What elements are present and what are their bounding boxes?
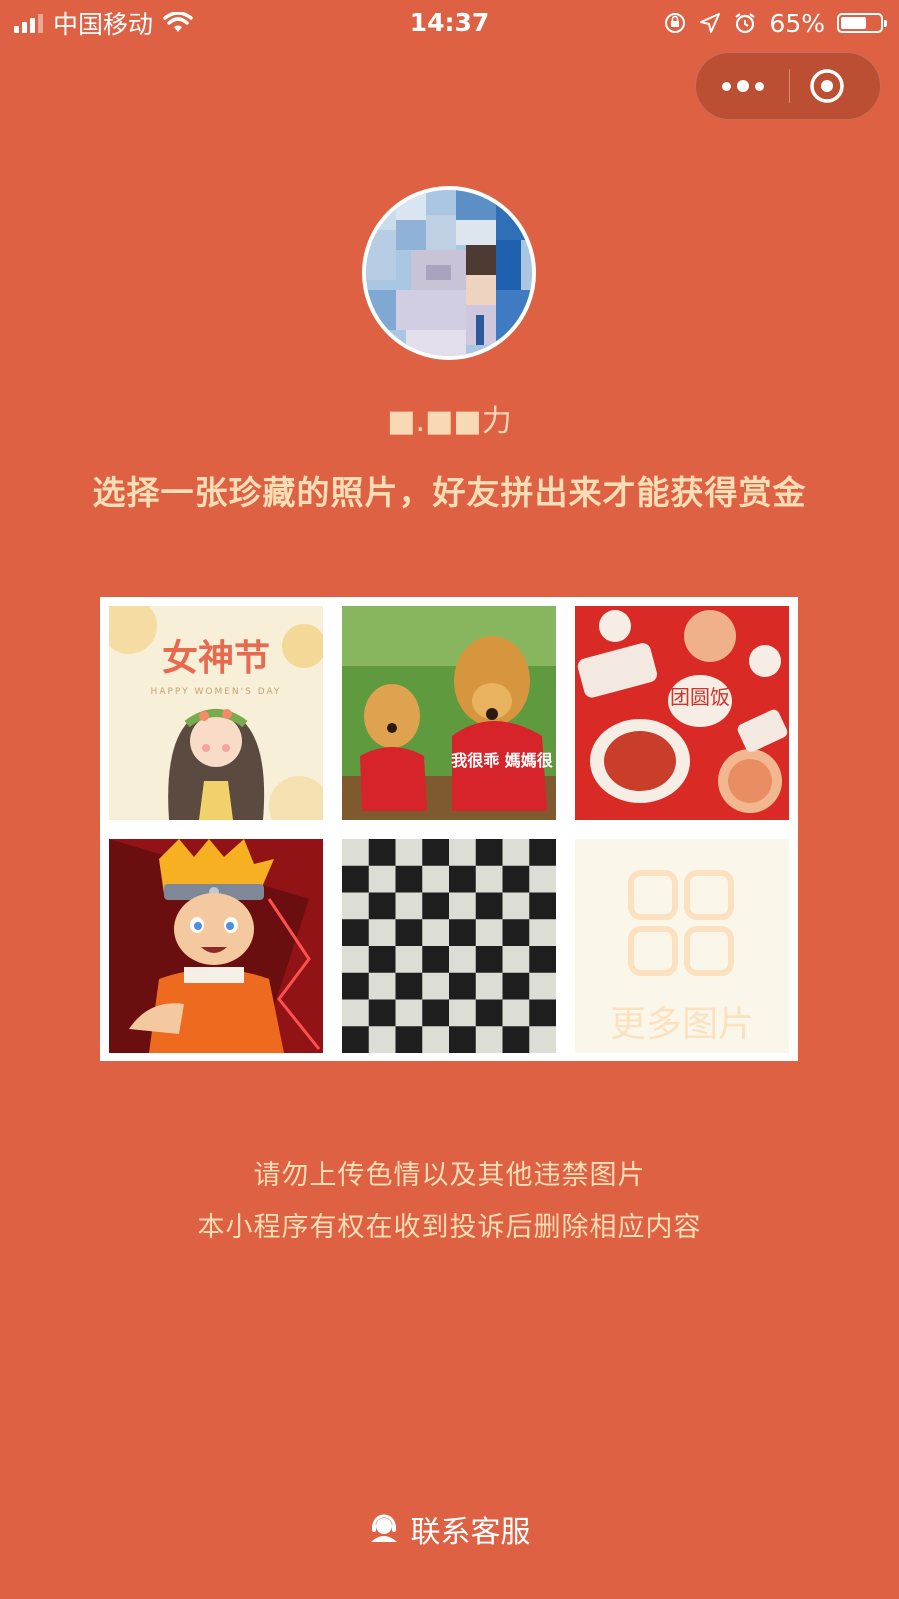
contact-service-button[interactable]: 联系客服 xyxy=(0,1507,899,1551)
close-circle-icon[interactable] xyxy=(808,67,846,105)
avatar xyxy=(362,186,536,360)
more-photos-button[interactable]: 更多图片 xyxy=(575,839,789,1053)
photo-checkerboard[interactable] xyxy=(342,839,556,1053)
capsule-divider xyxy=(789,69,790,103)
location-icon xyxy=(700,13,721,33)
pixelated-avatar xyxy=(366,190,532,356)
alarm-icon xyxy=(735,13,756,34)
photo-anime-ninja[interactable] xyxy=(109,839,323,1053)
contact-service-label: 联系客服 xyxy=(410,1515,531,1550)
photo-womens-day[interactable]: 女神节 HAPPY WOMEN'S DAY xyxy=(109,606,323,820)
reunion-dinner-caption: 团圆饭 xyxy=(670,685,730,709)
photo-grid: 女神节 HAPPY WOMEN'S DAY 我很乖 媽媽很 团圆饭 更多图片 xyxy=(100,597,798,1061)
orientation-lock-icon xyxy=(665,13,686,33)
womens-day-subtitle: HAPPY WOMEN'S DAY xyxy=(151,687,282,697)
capsule-menu xyxy=(695,52,881,120)
womens-day-title: 女神节 xyxy=(162,638,270,679)
more-icon[interactable] xyxy=(696,53,789,119)
dog-shirt-caption: 我很乖 媽媽很 xyxy=(451,751,553,770)
status-bar: 中国移动 14:37 65% xyxy=(0,0,899,46)
photo-reunion-dinner[interactable]: 团圆饭 xyxy=(575,606,789,820)
battery-icon xyxy=(837,13,887,33)
more-photos-label: 更多图片 xyxy=(609,1004,754,1045)
notice-line-2: 本小程序有权在收到投诉后删除相应内容 xyxy=(197,1212,702,1243)
battery-percent: 65% xyxy=(769,8,825,38)
status-right: 65% xyxy=(663,6,887,40)
tagline: 选择一张珍藏的照片，好友拼出来才能获得赏金 xyxy=(92,473,807,512)
photo-golden-retrievers[interactable]: 我很乖 媽媽很 xyxy=(342,606,556,820)
notice-line-1: 请勿上传色情以及其他违禁图片 xyxy=(253,1160,646,1191)
nickname: ■.■■力 xyxy=(387,404,512,439)
customer-service-icon xyxy=(370,1514,397,1542)
